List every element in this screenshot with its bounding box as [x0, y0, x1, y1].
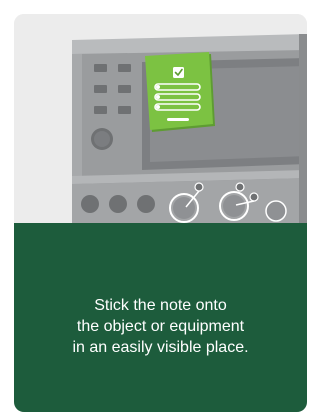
caption-panel: Stick the note onto the object or equipm… [14, 223, 307, 412]
lower-knob [81, 195, 99, 213]
lower-knob [137, 195, 155, 213]
instruction-text: Stick the note onto the object or equipm… [14, 295, 307, 358]
sticky-note [145, 52, 215, 132]
machine-with-note-illustration [72, 34, 307, 224]
lower-knob [109, 195, 127, 213]
checkmark-icon [173, 67, 184, 78]
control-button [118, 85, 131, 93]
instruction-line-2: the object or equipment [76, 318, 245, 335]
instruction-card: Stick the note onto the object or equipm… [14, 14, 307, 412]
instruction-line-1: Stick the note onto [94, 297, 227, 314]
control-button [118, 64, 131, 72]
instruction-line-3: in an easily visible place. [72, 339, 249, 356]
equipment-illustration [14, 14, 307, 224]
control-button [94, 85, 107, 93]
control-button [94, 106, 107, 114]
control-button [118, 106, 131, 114]
control-button [94, 64, 107, 72]
